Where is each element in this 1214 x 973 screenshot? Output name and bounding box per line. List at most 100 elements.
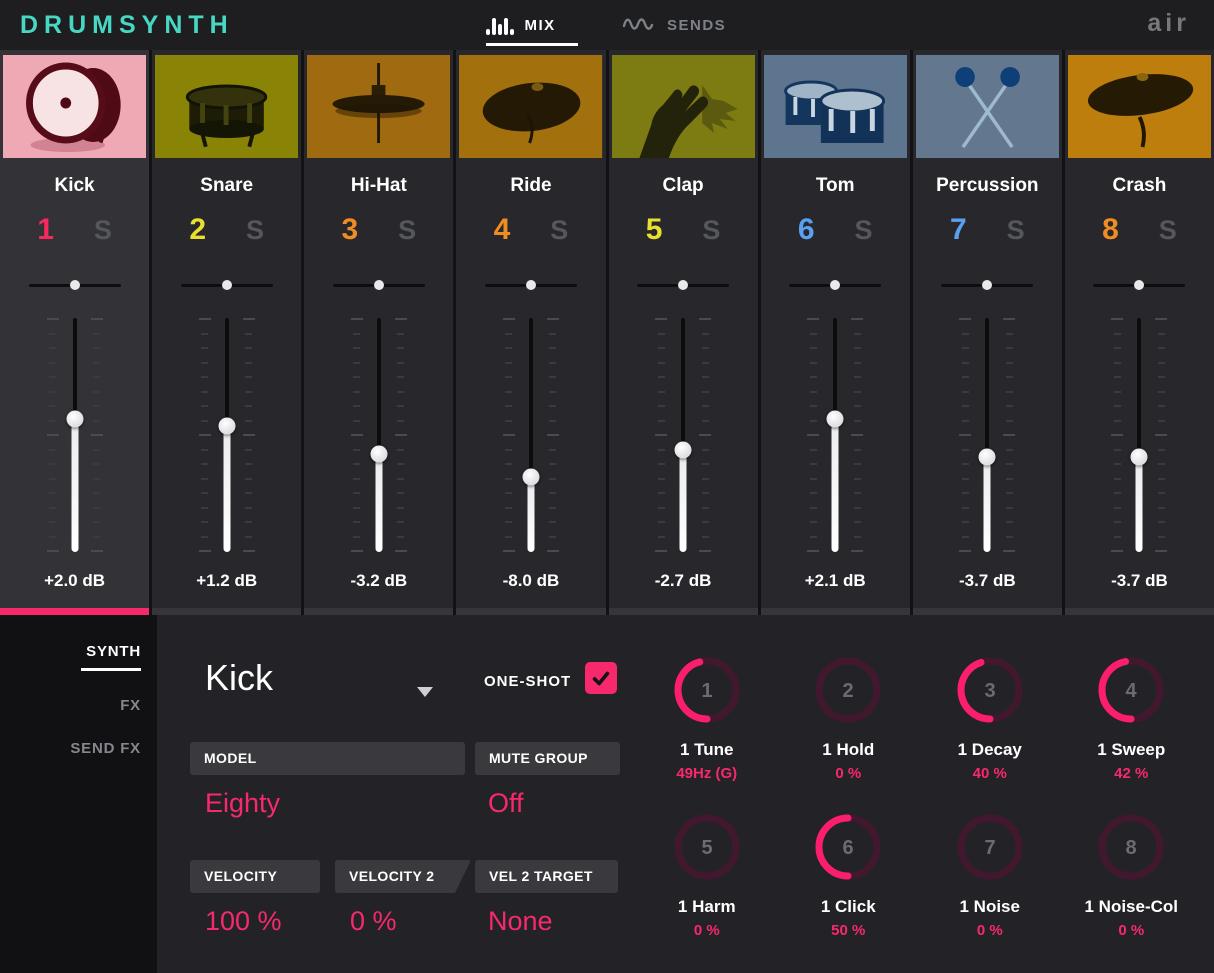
fader-knob[interactable] [522,468,540,486]
mute-group-value[interactable]: Off [488,788,524,819]
velocity2-value[interactable]: 0 % [350,906,397,937]
solo-button[interactable]: S [550,210,568,250]
fader-db-value: -3.7 dB [958,571,1016,590]
pan-slider[interactable] [28,280,121,290]
pan-knob[interactable] [373,280,384,290]
channel-strip-ride[interactable]: Ride 4 S -8.0 dB [456,50,606,615]
volume-fader[interactable] [347,318,411,552]
channel-select-indicator [0,608,150,615]
channel-strip-crash[interactable]: Crash 8 S -3.7 dB [1064,50,1214,615]
channel-number: 3 [341,213,359,246]
channel-strip-tom[interactable]: Tom 6 S +2.1 dB [760,50,910,615]
one-shot-checkbox[interactable] [585,662,617,694]
volume-fader[interactable] [43,318,107,552]
channel-name: Snare [200,175,254,196]
volume-fader[interactable] [499,318,563,552]
pan-knob[interactable] [830,280,841,290]
fader-fill [983,462,991,552]
volume-fader[interactable] [1107,318,1171,552]
pan-knob[interactable] [1134,280,1145,290]
drumsynth-logo: DRUMSYNTH [20,11,234,39]
volume-fader[interactable] [651,318,715,552]
fader-db-value: -3.7 dB [1111,571,1168,590]
pad-selector[interactable]: Kick [205,657,273,699]
velocity-value[interactable]: 100 % [205,906,282,937]
pan-knob[interactable] [221,280,232,290]
knob-label: 1 Click [820,897,876,916]
knob-cell: 8 1 Noise-Col 0 % [1061,807,1203,964]
tab-send-fx[interactable]: SEND FX [0,740,141,757]
pan-slider[interactable] [941,280,1034,290]
pan-knob[interactable] [678,280,689,290]
tab-synth[interactable]: SYNTH [0,643,141,671]
model-value[interactable]: Eighty [205,788,280,819]
channel-number: 4 [493,213,511,246]
channel-strip-kick[interactable]: Kick 1 S +2.0 dB [0,50,150,615]
channel-thumbnail[interactable] [307,55,451,158]
pan-slider[interactable] [1093,280,1186,290]
knob-value: 40 % [972,765,1007,782]
fader-db-value: -2.7 dB [654,571,712,590]
channel-strip-snare[interactable]: Snare 2 S +1.2 dB [152,50,302,615]
channel-thumbnail[interactable] [611,55,755,158]
tab-fx[interactable]: FX [0,697,141,714]
pan-slider[interactable] [332,280,425,290]
solo-button[interactable]: S [1159,210,1177,250]
pan-slider[interactable] [789,280,882,290]
fader-knob[interactable] [1130,448,1148,466]
channel-thumbnail[interactable] [1067,55,1211,158]
solo-button[interactable]: S [246,210,264,250]
solo-button[interactable]: S [94,210,112,250]
volume-fader[interactable] [955,318,1019,552]
knob-dial-4[interactable]: 4 [1095,654,1167,726]
knob-dial-6[interactable]: 6 [812,811,884,883]
fader-knob[interactable] [66,410,84,428]
knob-dial-2[interactable]: 2 [812,654,884,726]
channel-thumbnail[interactable] [915,55,1059,158]
solo-button[interactable]: S [855,210,873,250]
crossed-mallets-image [915,55,1059,158]
volume-fader[interactable] [195,318,259,552]
solo-button[interactable]: S [1007,210,1025,250]
channel-name: Clap [662,175,704,196]
knob-dial-3[interactable]: 3 [954,654,1026,726]
fader-knob[interactable] [218,417,236,435]
fader-ticks-left [46,318,59,552]
solo-button[interactable]: S [702,210,720,250]
knob-value: 0 % [835,765,862,782]
channel-thumbnail[interactable] [459,55,603,158]
channel-strip-percussion[interactable]: Percussion 7 S -3.7 dB [912,50,1062,615]
volume-fader[interactable] [803,318,867,552]
pan-knob[interactable] [69,280,80,290]
knob-cell: 3 1 Decay 40 % [919,650,1061,807]
fader-fill [831,423,839,552]
channel-strip-clap[interactable]: Clap 5 S -2.7 dB [608,50,758,615]
knob-dial-7[interactable]: 7 [954,811,1026,883]
pan-slider[interactable] [180,280,273,290]
pan-slider[interactable] [637,280,730,290]
fader-knob[interactable] [826,410,844,428]
channel-thumbnail[interactable] [155,55,299,158]
pad-selector-dropdown-icon[interactable] [417,687,433,697]
channel-thumbnail[interactable] [763,55,907,158]
channel-strip-hi-hat[interactable]: Hi-Hat 3 S -3.2 dB [304,50,454,615]
solo-button[interactable]: S [398,210,416,250]
fader-knob[interactable] [674,441,692,459]
knob-dial-5[interactable]: 5 [671,811,743,883]
fader-db-value: -3.2 dB [350,571,408,590]
fader-db-value: +2.1 dB [804,571,866,590]
fader-knob[interactable] [978,448,996,466]
fader-fill [375,458,383,552]
channel-name: Kick [54,175,95,196]
knob-label: 1 Harm [677,897,736,916]
pan-slider[interactable] [484,280,577,290]
pan-knob[interactable] [982,280,993,290]
synth-editor-panel: Kick ONE-SHOT MODEL Eighty MUTE GROUP Of… [157,615,1214,973]
channel-thumbnail[interactable] [3,55,147,158]
pan-knob[interactable] [525,280,536,290]
vel2-target-value[interactable]: None [488,906,553,937]
tab-sends[interactable]: SENDS [622,0,726,50]
fader-knob[interactable] [370,445,388,463]
knob-dial-1[interactable]: 1 [671,654,743,726]
knob-dial-8[interactable]: 8 [1095,811,1167,883]
